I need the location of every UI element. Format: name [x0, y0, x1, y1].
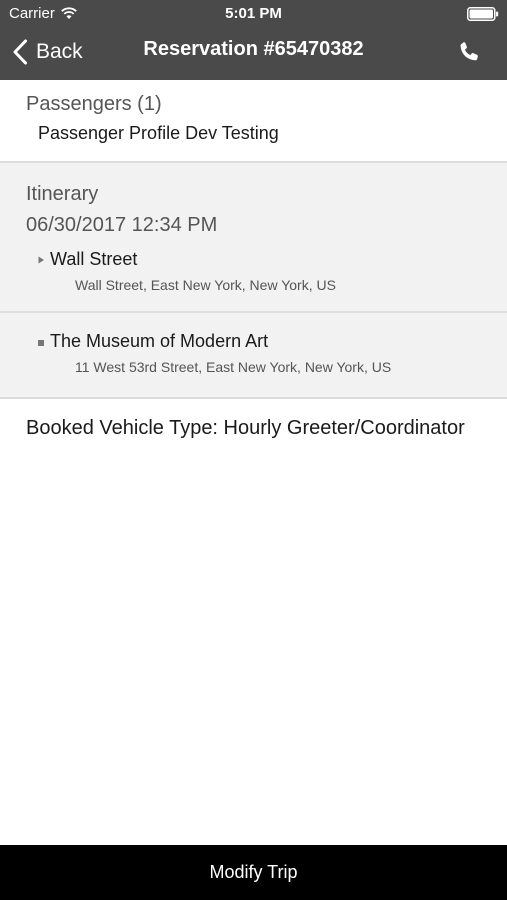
stop-name: The Museum of Modern Art — [50, 331, 269, 351]
square-marker-icon — [38, 340, 44, 346]
stop-address: Wall Street, East New York, New York, US — [75, 277, 336, 293]
battery-icon — [467, 7, 499, 21]
passenger-name: Passenger Profile Dev Testing — [38, 123, 279, 143]
status-time: 5:01 PM — [225, 5, 282, 22]
itinerary-heading: Itinerary — [26, 183, 99, 205]
header: Carrier 5:01 PM Back Reservation #654703… — [0, 0, 507, 80]
status-bar: Carrier 5:01 PM — [0, 0, 507, 28]
passengers-section: Passengers (1) Passenger Profile Dev Tes… — [0, 80, 507, 163]
stop-name: Wall Street — [50, 249, 138, 269]
nav-bar: Back Reservation #65470382 — [0, 28, 507, 80]
itinerary-stop: Wall Street Wall Street, East New York, … — [0, 247, 507, 313]
modify-trip-button[interactable]: Modify Trip — [0, 845, 507, 900]
itinerary-stop: The Museum of Modern Art 11 West 53rd St… — [0, 329, 507, 397]
stop-address: 11 West 53rd Street, East New York, New … — [75, 359, 392, 375]
itinerary-section: Itinerary 06/30/2017 12:34 PM Wall Stree… — [0, 163, 507, 399]
reservation-screen: Carrier 5:01 PM Back Reservation #654703… — [0, 0, 507, 900]
triangle-marker-icon — [38, 256, 44, 264]
phone-icon[interactable] — [457, 40, 481, 64]
itinerary-datetime: 06/30/2017 12:34 PM — [26, 214, 218, 236]
booked-vehicle-type: Booked Vehicle Type: Hourly Greeter/Coor… — [26, 417, 465, 439]
page-title: Reservation #65470382 — [143, 38, 364, 60]
passengers-heading: Passengers (1) — [26, 93, 162, 115]
